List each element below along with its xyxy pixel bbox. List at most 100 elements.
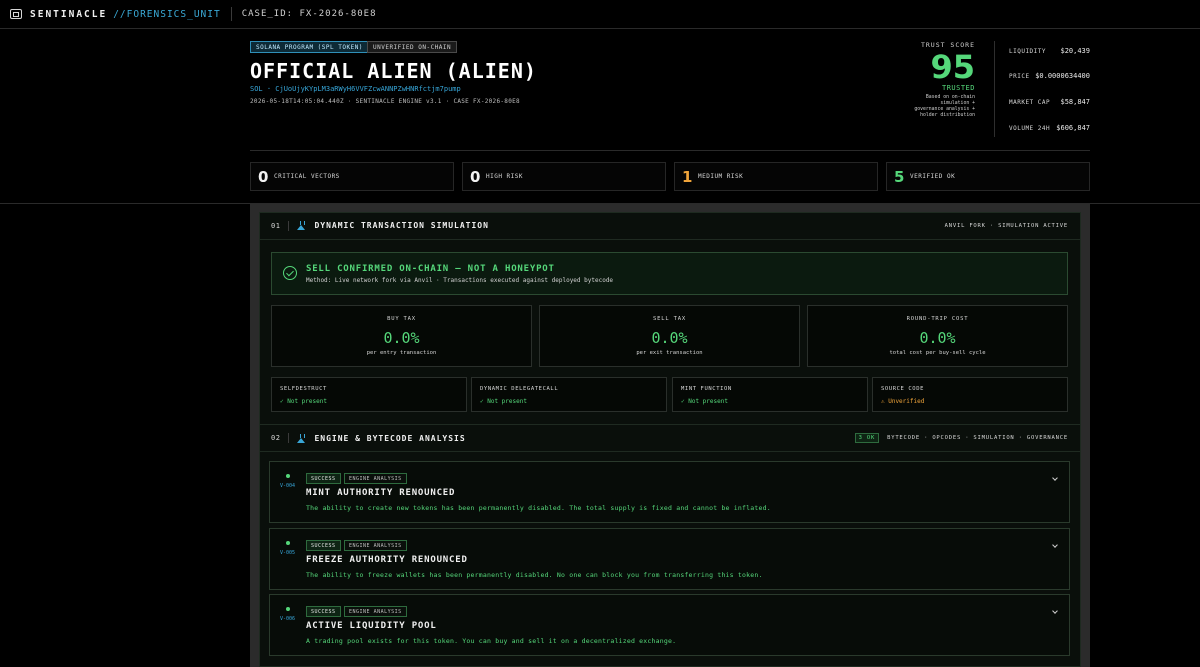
stat-liquidity: LIQUIDITY $20,439 <box>1009 46 1090 56</box>
success-badge: SUCCESS <box>306 473 341 484</box>
risk-label: MEDIUM RISK <box>698 173 744 180</box>
section-divider <box>288 220 290 231</box>
stat-volume-24h: VOLUME 24H $606,847 <box>1009 123 1090 133</box>
tax-description: per entry transaction <box>366 350 437 356</box>
check-circle-icon <box>283 266 297 280</box>
risk-count: 5 <box>894 167 905 186</box>
banner-title: SELL CONFIRMED ON-CHAIN — NOT A HONEYPOT <box>306 264 555 274</box>
status-dot-icon <box>286 541 290 545</box>
flag-label: DYNAMIC DELEGATECALL <box>480 386 559 392</box>
flag-value: ✓ Not present <box>681 398 728 405</box>
top-bar: SENTINACLE //FORENSICS_UNIT CASE_ID: FX-… <box>0 0 1200 29</box>
tax-label: BUY TAX <box>387 316 416 322</box>
header-separator <box>250 150 1090 151</box>
finding-id: V-004 <box>280 483 296 489</box>
section-divider <box>288 433 290 443</box>
section-title: ENGINE & BYTECODE ANALYSIS <box>314 433 466 443</box>
trust-description: Based on on-chain simulation + governanc… <box>900 95 975 119</box>
flag-source-code: SOURCE CODE ⚠ Unverified <box>872 377 1068 412</box>
success-badge: SUCCESS <box>306 606 341 617</box>
section-simulation-header: 01 DYNAMIC TRANSACTION SIMULATION ANVIL … <box>259 212 1081 240</box>
trust-score-value: 95 <box>930 48 975 86</box>
finding-card[interactable]: V-006 SUCCESS ENGINE ANALYSIS ACTIVE LIQ… <box>269 594 1070 656</box>
engine-status: 3 OK BYTECODE · OPCODES · SIMULATION · G… <box>854 433 1068 443</box>
chevron-down-icon[interactable] <box>1052 608 1058 614</box>
engine-analysis-badge: ENGINE ANALYSIS <box>344 540 407 551</box>
finding-description: The ability to create new tokens has bee… <box>306 504 771 512</box>
section-number: 01 <box>271 221 281 230</box>
tax-description: total cost per buy-sell cycle <box>889 350 986 356</box>
stat-label: PRICE <box>1009 72 1030 80</box>
trust-verdict: TRUSTED <box>941 84 975 92</box>
stat-value: $58,847 <box>1060 98 1090 106</box>
finding-description: A trading pool exists for this token. Yo… <box>306 637 677 645</box>
finding-id: V-005 <box>280 550 296 556</box>
tax-description: per exit transaction <box>636 350 703 356</box>
stat-value: $606,847 <box>1056 124 1090 132</box>
risk-critical: 0 CRITICAL VECTORS <box>250 162 454 191</box>
risk-label: CRITICAL VECTORS <box>274 173 340 180</box>
finding-description: The ability to freeze wallets has been p… <box>306 571 763 579</box>
ok-count-badge: 3 OK <box>854 433 880 443</box>
banner-method: Method: Live network fork via Anvil · Tr… <box>306 277 614 284</box>
finding-card[interactable]: V-004 SUCCESS ENGINE ANALYSIS MINT AUTHO… <box>269 461 1070 523</box>
engine-analysis-badge: ENGINE ANALYSIS <box>344 473 407 484</box>
engine-scope: BYTECODE · OPCODES · SIMULATION · GOVERN… <box>887 435 1068 441</box>
flask-icon <box>297 221 306 230</box>
simulation-status: ANVIL FORK · SIMULATION ACTIVE <box>944 222 1068 229</box>
stat-value: $0.0000634400 <box>1035 72 1090 80</box>
finding-title: MINT AUTHORITY RENOUNCED <box>306 488 456 498</box>
flag-label: SOURCE CODE <box>881 386 925 392</box>
verification-status-tag: UNVERIFIED ON-CHAIN <box>367 41 458 53</box>
brand-subtitle: //FORENSICS_UNIT <box>113 8 221 20</box>
tax-value: 0.0% <box>919 329 956 347</box>
engine-analysis-badge: ENGINE ANALYSIS <box>344 606 407 617</box>
honeypot-result-banner: SELL CONFIRMED ON-CHAIN — NOT A HONEYPOT… <box>271 252 1068 295</box>
tax-label: SELL TAX <box>653 316 686 322</box>
flask-icon <box>297 433 306 443</box>
tax-card-round-trip: ROUND-TRIP COST 0.0% total cost per buy-… <box>807 305 1068 367</box>
risk-count: 0 <box>258 167 269 186</box>
flag-value: ✓ Not present <box>480 398 527 405</box>
header-divider <box>994 41 995 137</box>
topbar-divider <box>230 7 232 21</box>
stat-price: PRICE $0.0000634400 <box>1009 71 1090 81</box>
trust-desc-line: holder distribution <box>920 113 975 118</box>
chevron-down-icon[interactable] <box>1052 542 1058 548</box>
flag-mint-function: MINT FUNCTION ✓ Not present <box>672 377 868 412</box>
risk-verified: 5 VERIFIED OK <box>886 162 1090 191</box>
finding-id: V-006 <box>280 616 296 622</box>
flag-delegatecall: DYNAMIC DELEGATECALL ✓ Not present <box>471 377 667 412</box>
risk-count: 0 <box>470 167 481 186</box>
flag-label: SELFDESTRUCT <box>280 386 327 392</box>
stat-label: LIQUIDITY <box>1009 47 1047 55</box>
tax-card-buy: BUY TAX 0.0% per entry transaction <box>271 305 532 367</box>
brand-name: SENTINACLE <box>30 8 108 20</box>
flag-label: MINT FUNCTION <box>681 386 732 392</box>
tax-card-sell: SELL TAX 0.0% per exit transaction <box>539 305 800 367</box>
success-badge: SUCCESS <box>306 540 341 551</box>
risk-label: HIGH RISK <box>486 173 524 180</box>
program-type-tag: SOLANA PROGRAM (SPL TOKEN) <box>250 41 369 53</box>
section-number: 02 <box>271 434 281 442</box>
status-dot-icon <box>286 474 290 478</box>
risk-count: 1 <box>682 167 693 186</box>
report-meta: 2026-05-18T14:05:04.440Z · SENTINACLE EN… <box>250 98 520 105</box>
flag-value: ✓ Not present <box>280 398 327 405</box>
tax-value: 0.0% <box>383 329 420 347</box>
status-dot-icon <box>286 607 290 611</box>
stat-market-cap: MARKET CAP $58,847 <box>1009 97 1090 107</box>
flag-selfdestruct: SELFDESTRUCT ✓ Not present <box>271 377 467 412</box>
token-address-link[interactable]: SOL · CjUoUjyKYpLM3aRWyH6VVFZcwANNPZwHNR… <box>250 85 461 93</box>
flag-value: ⚠ Unverified <box>881 398 925 405</box>
stat-value: $20,439 <box>1060 47 1090 55</box>
finding-card[interactable]: V-005 SUCCESS ENGINE ANALYSIS FREEZE AUT… <box>269 528 1070 590</box>
finding-title: ACTIVE LIQUIDITY POOL <box>306 621 437 631</box>
stat-label: VOLUME 24H <box>1009 124 1051 132</box>
section-title: DYNAMIC TRANSACTION SIMULATION <box>314 221 489 230</box>
case-id: CASE_ID: FX-2026-80E8 <box>241 9 377 19</box>
finding-title: FREEZE AUTHORITY RENOUNCED <box>306 555 468 565</box>
risk-high: 0 HIGH RISK <box>462 162 666 191</box>
risk-medium: 1 MEDIUM RISK <box>674 162 878 191</box>
chevron-down-icon[interactable] <box>1052 475 1058 481</box>
